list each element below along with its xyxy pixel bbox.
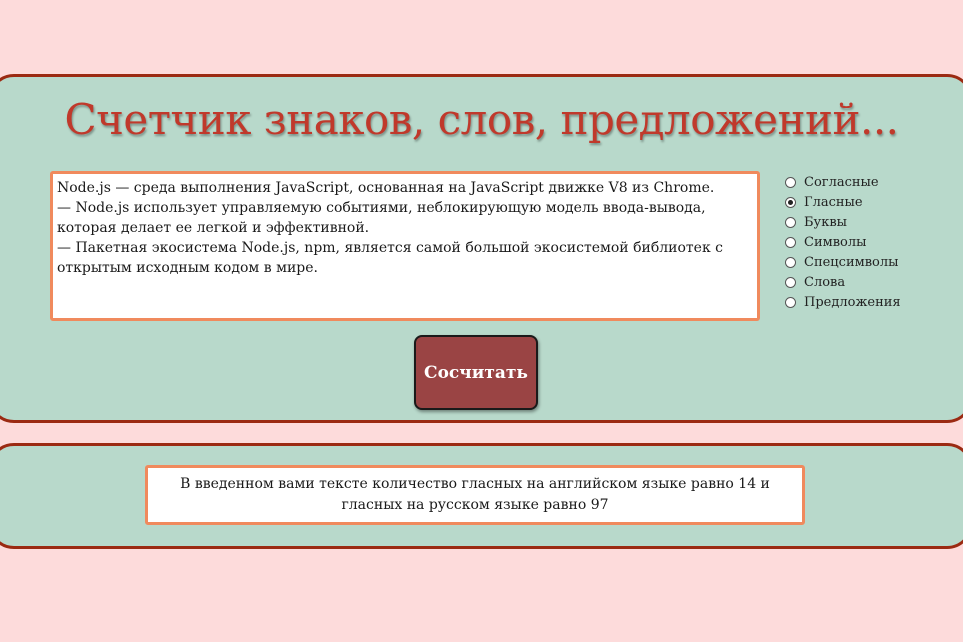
radio-icon[interactable] (785, 276, 796, 288)
option-label: Символы (804, 234, 867, 250)
option-sentences[interactable]: Предложения (785, 292, 955, 312)
radio-icon[interactable] (785, 296, 796, 308)
result-text: В введенном вами тексте количество гласн… (145, 465, 805, 525)
option-label: Буквы (804, 214, 847, 230)
option-label: Согласные (804, 174, 879, 190)
option-special-symbols[interactable]: Спецсимволы (785, 252, 955, 272)
radio-icon[interactable] (785, 216, 796, 228)
option-symbols[interactable]: Символы (785, 232, 955, 252)
option-label: Спецсимволы (804, 254, 899, 270)
option-consonants[interactable]: Согласные (785, 172, 955, 192)
radio-icon[interactable] (785, 256, 796, 268)
option-label: Гласные (804, 194, 863, 210)
radio-icon[interactable] (785, 196, 796, 208)
radio-icon[interactable] (785, 236, 796, 248)
option-vowels[interactable]: Гласные (785, 192, 955, 212)
option-label: Предложения (804, 294, 901, 310)
option-words[interactable]: Слова (785, 272, 955, 292)
option-label: Слова (804, 274, 846, 290)
page-title: Счетчик знаков, слов, предложений... (64, 95, 899, 144)
count-options: Согласные Гласные Буквы Символы Спецсимв… (785, 172, 955, 312)
text-input[interactable]: Node.js — среда выполнения JavaScript, о… (50, 171, 760, 321)
count-button[interactable]: Сосчитать (414, 335, 538, 410)
radio-icon[interactable] (785, 176, 796, 188)
option-letters[interactable]: Буквы (785, 212, 955, 232)
radio-dot-icon (788, 199, 793, 205)
